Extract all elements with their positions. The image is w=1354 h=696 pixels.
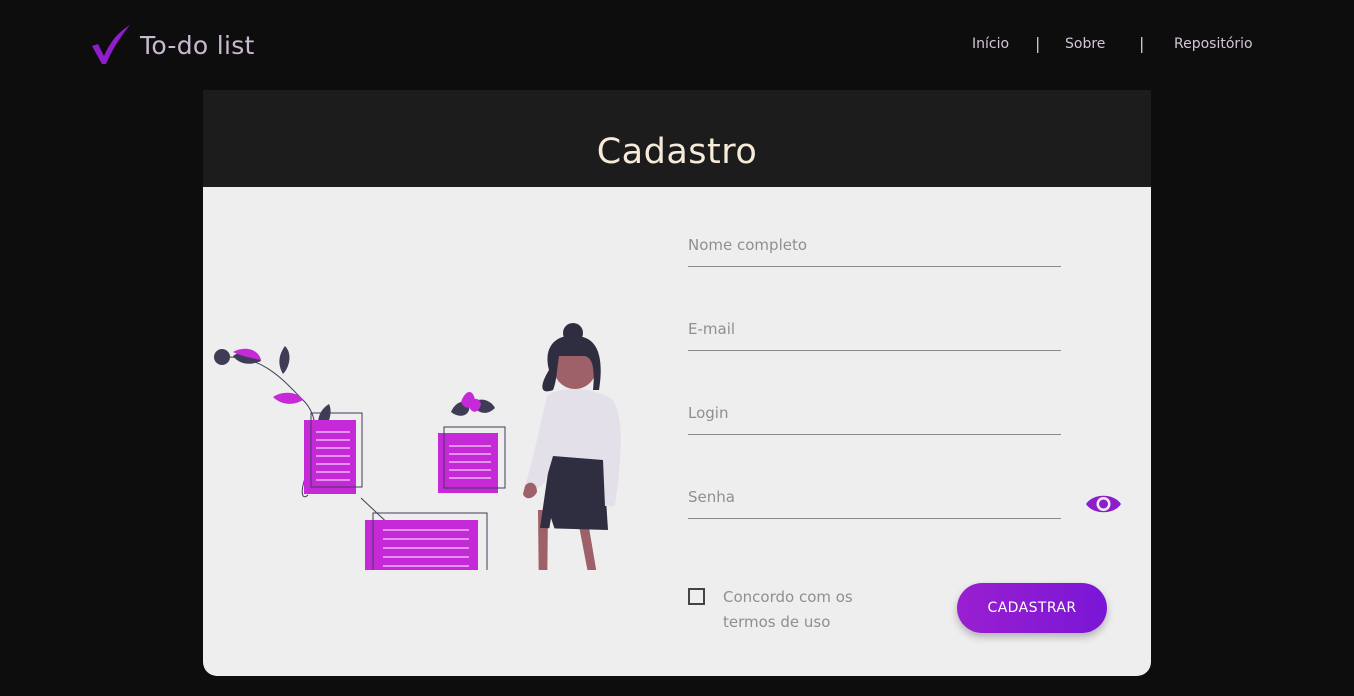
terms-agreement: Concordo com os termos de uso (688, 585, 888, 635)
password-field (688, 479, 1061, 519)
email-field (688, 311, 1061, 351)
card-header: Cadastro (203, 90, 1151, 187)
nav-link-sobre[interactable]: Sobre (1065, 36, 1105, 52)
signup-card: Cadastro Nome completo E-mail Login Conc… (203, 90, 1151, 676)
top-nav: Início | Sobre | Repositório (0, 34, 1354, 56)
person-with-documents-illustration (214, 323, 621, 570)
eye-icon[interactable] (1085, 491, 1122, 517)
nav-separator: | (1139, 34, 1145, 53)
top-bar: To-do list Início | Sobre | Repositório (0, 0, 1354, 90)
full-name-input[interactable] (688, 227, 1061, 263)
nav-separator: | (1035, 34, 1041, 53)
password-input[interactable] (688, 479, 1061, 515)
terms-label: Concordo com os termos de uso (723, 588, 853, 631)
nav-link-inicio[interactable]: Início (972, 36, 1009, 52)
nav-link-repositorio[interactable]: Repositório (1174, 36, 1253, 52)
login-input[interactable] (688, 395, 1061, 431)
email-input[interactable] (688, 311, 1061, 347)
page-title: Cadastro (596, 132, 758, 172)
full-name-field (688, 227, 1061, 267)
register-button[interactable]: CADASTRAR (957, 583, 1107, 633)
terms-checkbox[interactable] (688, 588, 705, 605)
login-field (688, 395, 1061, 435)
